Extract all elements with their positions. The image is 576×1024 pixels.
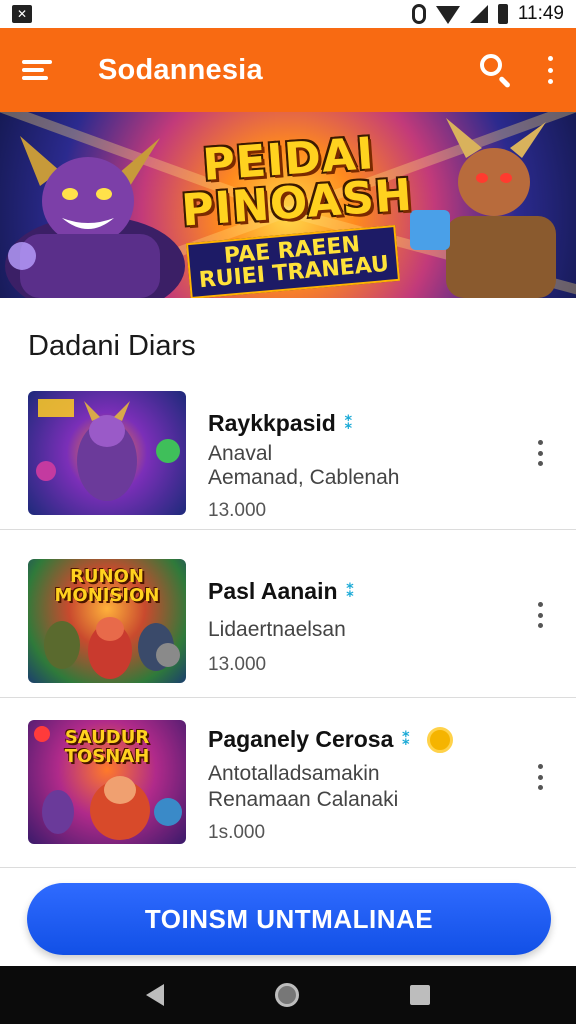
game-description: Aemanad, Cablenah bbox=[208, 466, 400, 489]
cta-button[interactable]: TOINSM UNTMALINAE bbox=[27, 883, 551, 955]
verified-icon: ⁑ bbox=[343, 413, 354, 433]
status-bar: ✕ 11:49 bbox=[0, 0, 576, 28]
game-description: Renamaan Calanaki bbox=[208, 788, 399, 811]
home-icon[interactable] bbox=[274, 983, 299, 1007]
game-name-text: Pasl Aanain bbox=[208, 578, 338, 604]
villain-character-image bbox=[5, 136, 185, 298]
recents-icon[interactable] bbox=[410, 985, 431, 1005]
game-price: 13.000 bbox=[208, 654, 267, 675]
game-price: 1s.000 bbox=[208, 822, 266, 843]
game-name: Pasl Aanain ⁑ bbox=[208, 578, 355, 605]
status-time: 11:49 bbox=[517, 3, 564, 24]
more-vert-icon[interactable] bbox=[536, 440, 544, 466]
more-vert-icon[interactable] bbox=[536, 764, 544, 790]
banner-title: PEIDAI PINOASH bbox=[179, 128, 415, 237]
game-name-text: Raykkpasid bbox=[208, 410, 336, 436]
notification-icon: ✕ bbox=[12, 5, 32, 23]
more-vert-icon[interactable] bbox=[546, 56, 554, 84]
more-vert-icon[interactable] bbox=[536, 602, 544, 628]
promo-banner[interactable]: PEIDAI PINOASH PAE RAEEN RUIEI TRANEAU bbox=[0, 112, 576, 298]
verified-icon: ⁑ bbox=[401, 729, 411, 749]
search-icon[interactable] bbox=[476, 50, 516, 90]
vibrate-icon bbox=[411, 4, 426, 24]
game-thumbnail: RUNON MONISION bbox=[28, 559, 186, 683]
thumbnail-text: RUNON MONISION bbox=[54, 566, 160, 606]
game-thumbnail bbox=[28, 391, 186, 515]
app-title: Sodannesia bbox=[98, 53, 263, 86]
verified-icon: ⁑ bbox=[345, 581, 355, 601]
game-thumbnail: SAUDUR TOSNAH bbox=[28, 720, 186, 844]
cta-container: TOINSM UNTMALINAE bbox=[0, 868, 576, 966]
thumbnail-text: SAUDUR TOSNAH bbox=[64, 727, 150, 767]
game-name-text: Paganely Cerosa bbox=[208, 726, 394, 752]
status-icons: 11:49 bbox=[411, 3, 564, 25]
game-price: 13.000 bbox=[208, 500, 267, 521]
game-name: Raykkpasid ⁑ bbox=[208, 410, 353, 437]
battery-icon bbox=[497, 4, 508, 24]
back-icon[interactable] bbox=[145, 984, 164, 1006]
game-subtitle: Antotalladsamakin bbox=[208, 762, 380, 785]
game-list-item[interactable]: RUNON MONISION Pasl Aanain ⁑ Lidaertnael… bbox=[0, 538, 576, 698]
game-list-item[interactable]: Raykkpasid ⁑ Anaval Aemanad, Cablenah 13… bbox=[0, 370, 576, 530]
coin-icon bbox=[426, 726, 453, 753]
game-description: Lidaertnaelsan bbox=[208, 618, 346, 641]
app-bar: Sodannesia bbox=[0, 28, 576, 112]
game-name: Paganely Cerosa ⁑ bbox=[208, 726, 453, 753]
hero-character-image bbox=[410, 118, 556, 298]
wifi-icon bbox=[435, 6, 460, 24]
signal-icon bbox=[469, 5, 488, 23]
menu-icon[interactable] bbox=[22, 58, 54, 82]
section-title: Dadani Diars bbox=[28, 330, 196, 362]
system-nav-bar bbox=[0, 966, 576, 1024]
game-subtitle: Anaval bbox=[208, 442, 273, 465]
game-list-item[interactable]: SAUDUR TOSNAH Paganely Cerosa ⁑ Antotall… bbox=[0, 700, 576, 868]
